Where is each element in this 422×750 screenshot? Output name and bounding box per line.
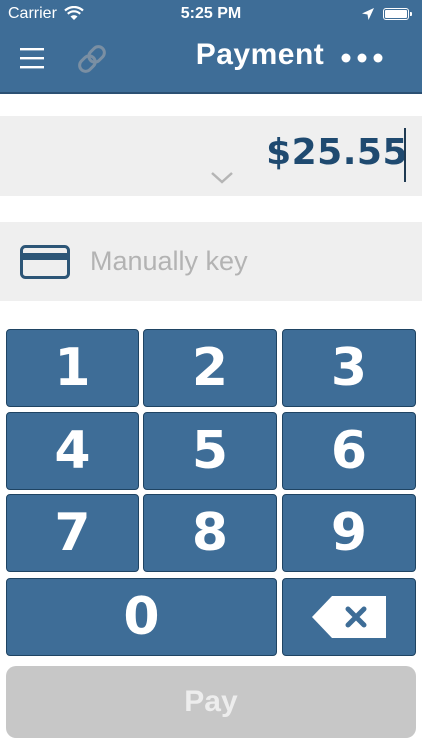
keypad-key-0[interactable]: 0: [6, 578, 277, 656]
keypad-key-2[interactable]: 2: [143, 329, 277, 407]
status-bar: Carrier 5:25 PM: [0, 0, 422, 30]
pay-button[interactable]: Pay: [6, 666, 416, 738]
location-arrow-icon: [362, 8, 374, 20]
credit-card-icon: [20, 245, 70, 279]
keypad-delete-button[interactable]: [282, 578, 416, 656]
page-title: Payment: [195, 38, 325, 71]
link-icon[interactable]: [74, 42, 110, 76]
chevron-down-icon[interactable]: [209, 170, 235, 186]
keypad-key-4[interactable]: 4: [6, 412, 139, 490]
top-bar: Carrier 5:25 PM Payment: [0, 0, 422, 94]
keypad-key-8[interactable]: 8: [143, 494, 277, 572]
hamburger-menu-icon[interactable]: [18, 44, 46, 72]
status-time: 5:25 PM: [180, 5, 242, 22]
text-caret: [404, 128, 406, 182]
keypad-key-1[interactable]: 1: [6, 329, 139, 407]
manually-key-button[interactable]: Manually key: [0, 222, 422, 301]
manually-key-label: Manually key: [90, 246, 248, 276]
keypad-key-7[interactable]: 7: [6, 494, 139, 572]
more-dots-icon[interactable]: [340, 52, 384, 64]
amount-value: $25.55: [266, 132, 408, 173]
keypad-key-6[interactable]: 6: [282, 412, 416, 490]
keypad-key-5[interactable]: 5: [143, 412, 277, 490]
keypad-key-3[interactable]: 3: [282, 329, 416, 407]
keypad-key-9[interactable]: 9: [282, 494, 416, 572]
battery-icon: [383, 8, 412, 20]
backspace-icon: [312, 596, 386, 638]
